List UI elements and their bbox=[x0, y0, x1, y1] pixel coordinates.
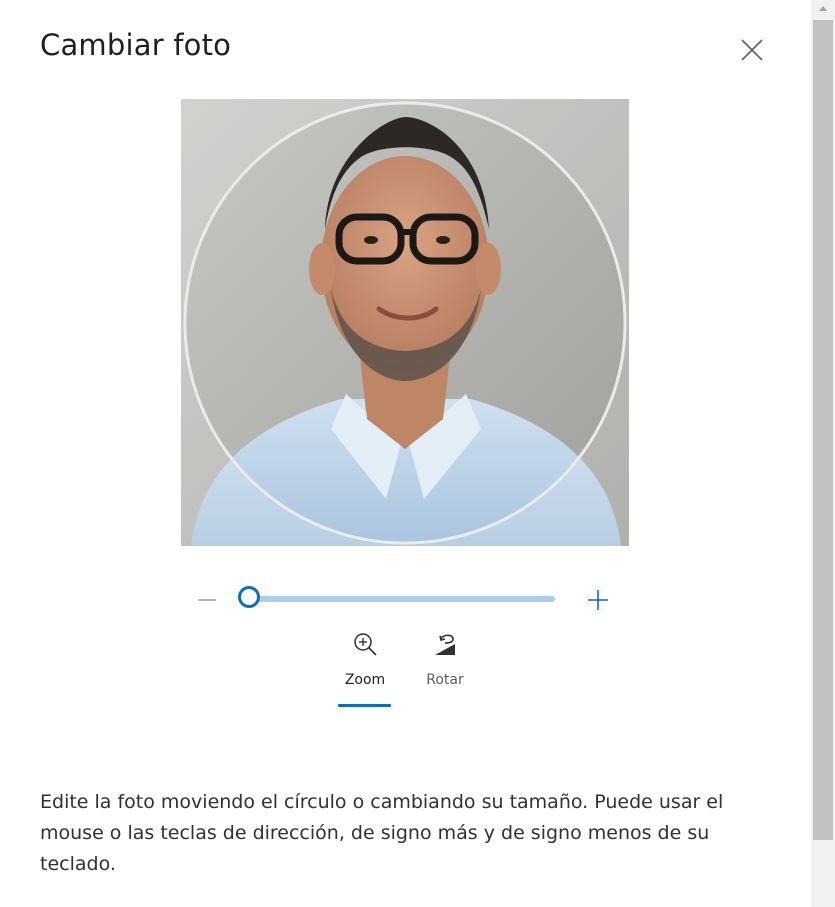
zoom-slider-row bbox=[190, 582, 620, 616]
tab-rotate[interactable]: Rotar bbox=[415, 630, 475, 710]
tab-rotate-label: Rotar bbox=[426, 672, 464, 688]
rotate-icon bbox=[435, 634, 455, 655]
zoom-slider-thumb[interactable] bbox=[238, 586, 260, 608]
minus-icon bbox=[198, 599, 216, 601]
tab-zoom-label: Zoom bbox=[344, 672, 386, 688]
selected-tab-indicator bbox=[338, 704, 391, 707]
chevron-up-icon bbox=[819, 6, 827, 11]
photo-crop-area[interactable] bbox=[181, 99, 629, 546]
tab-zoom[interactable]: Zoom bbox=[335, 630, 395, 710]
profile-photo bbox=[181, 99, 629, 546]
vertical-scrollbar[interactable] bbox=[811, 0, 835, 907]
zoom-in-button[interactable] bbox=[585, 587, 611, 613]
plus-icon bbox=[588, 590, 608, 610]
zoom-out-button[interactable] bbox=[196, 589, 218, 611]
dialog-title: Cambiar foto bbox=[40, 28, 232, 62]
zoom-in-icon bbox=[354, 633, 377, 656]
zoom-slider-track[interactable] bbox=[242, 596, 555, 602]
close-icon bbox=[741, 39, 763, 61]
change-photo-dialog: Cambiar foto Zoom Rotar Edite la foto mo… bbox=[0, 0, 810, 907]
scrollbar-thumb[interactable] bbox=[813, 20, 833, 840]
close-button[interactable] bbox=[738, 36, 766, 64]
instructions-text: Edite la foto moviendo el círculo o camb… bbox=[40, 791, 724, 875]
scroll-up-button[interactable] bbox=[811, 0, 835, 18]
